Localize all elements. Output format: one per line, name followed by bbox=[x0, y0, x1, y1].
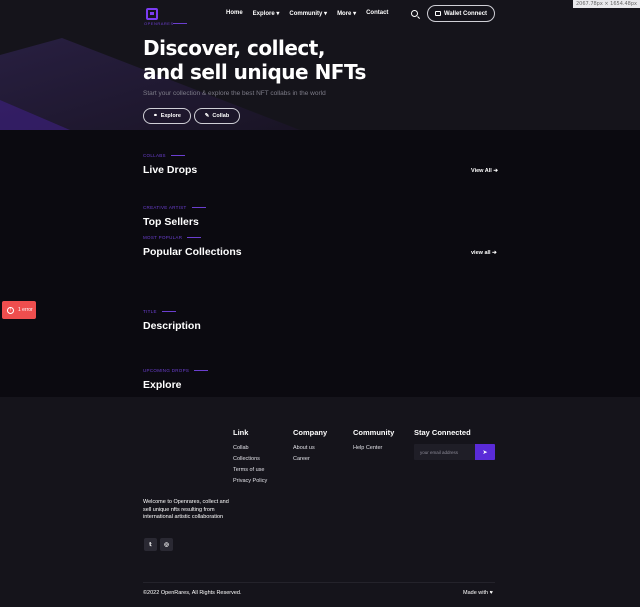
hero-subtitle: Start your collection & explore the best… bbox=[143, 90, 326, 97]
email-input[interactable] bbox=[420, 444, 472, 460]
nav-explore[interactable]: Explore ▾ bbox=[253, 10, 280, 17]
wallet-connect-label: Wallet Connect bbox=[443, 10, 488, 17]
hero-title-line1: Discover, collect, bbox=[143, 36, 325, 60]
nav-contact[interactable]: Contact bbox=[366, 10, 388, 17]
instagram-icon[interactable]: ◎ bbox=[160, 538, 173, 551]
chevron-down-icon: ▾ bbox=[351, 11, 357, 17]
collab-button-label: Collab bbox=[212, 113, 230, 119]
edit-icon: ✎ bbox=[204, 113, 210, 119]
explore-title: Explore bbox=[143, 379, 182, 391]
twitter-icon[interactable]: 𝕥 bbox=[144, 538, 157, 551]
collab-button[interactable]: ✎ Collab bbox=[194, 108, 240, 124]
brand-name: OPENRARES bbox=[144, 21, 174, 26]
top-sellers-label: CREATIVE ARTIST bbox=[143, 205, 206, 210]
heart-icon: ♥ bbox=[489, 590, 493, 596]
live-drops-label: COLLABS bbox=[143, 153, 185, 158]
footer-stay-title: Stay Connected bbox=[414, 428, 471, 437]
footer-about-text: Welcome to Openrares, collect and sell u… bbox=[143, 499, 229, 520]
newsletter-form: ➤ bbox=[414, 444, 495, 460]
footer-community-title: Community bbox=[353, 428, 395, 437]
explore-label: UPCOMING DROPS bbox=[143, 368, 209, 373]
description-title: Description bbox=[143, 320, 201, 332]
popular-label: MOST POPULAR bbox=[143, 235, 202, 240]
footer-link-collections[interactable]: Collections bbox=[233, 456, 260, 462]
brand-logo-icon[interactable] bbox=[146, 8, 158, 20]
search-icon[interactable] bbox=[411, 10, 418, 17]
footer-link-collab[interactable]: Collab bbox=[233, 445, 249, 451]
chevron-down-icon: ▾ bbox=[274, 11, 280, 17]
hero-title-line2: and sell unique NFTs bbox=[143, 60, 366, 84]
footer-link-career[interactable]: Career bbox=[293, 456, 310, 462]
arrow-right-icon: ➔ bbox=[492, 250, 497, 256]
footer-link-title: Link bbox=[233, 428, 249, 437]
viewport-size-badge: 2067.78px × 1654.48px bbox=[573, 0, 640, 8]
live-drops-view-all[interactable]: View All ➔ bbox=[471, 168, 498, 174]
error-badge[interactable]: ! 1 error bbox=[2, 301, 36, 319]
made-with-text: Made with ♥ bbox=[463, 590, 493, 596]
popular-title: Popular Collections bbox=[143, 246, 242, 258]
description-label: TITLE bbox=[143, 309, 176, 314]
wallet-icon bbox=[434, 11, 441, 16]
wallet-connect-button[interactable]: Wallet Connect bbox=[427, 5, 495, 22]
popular-view-all[interactable]: view all ➔ bbox=[471, 250, 497, 256]
footer-link-privacy[interactable]: Privacy Policy bbox=[233, 478, 267, 484]
error-icon: ! bbox=[7, 306, 14, 314]
explore-button-label: Explore bbox=[160, 113, 181, 119]
live-drops-title: Live Drops bbox=[143, 164, 198, 176]
arrow-right-icon: ➔ bbox=[493, 168, 498, 174]
error-badge-label: 1 error bbox=[18, 307, 33, 313]
copyright-text: ©2022 OpenRares, All Rights Reserved. bbox=[143, 590, 242, 596]
footer-company-title: Company bbox=[293, 428, 328, 437]
explore-button[interactable]: ⚭ Explore bbox=[143, 108, 191, 124]
brand-underline bbox=[173, 23, 187, 24]
footer-link-terms[interactable]: Terms of use bbox=[233, 467, 264, 473]
footer-link-help-center[interactable]: Help Center bbox=[353, 445, 382, 451]
main-nav: Home Explore ▾ Community ▾ More ▾ Contac… bbox=[226, 10, 388, 17]
nav-community[interactable]: Community ▾ bbox=[289, 10, 327, 17]
nav-more[interactable]: More ▾ bbox=[337, 10, 356, 17]
hero-title: Discover, collect, and sell unique NFTs bbox=[143, 36, 366, 84]
footer-link-about[interactable]: About us bbox=[293, 445, 315, 451]
link-icon: ⚭ bbox=[153, 113, 158, 119]
chevron-down-icon: ▾ bbox=[322, 11, 328, 17]
send-icon: ➤ bbox=[482, 449, 488, 456]
nav-home[interactable]: Home bbox=[226, 10, 243, 17]
top-sellers-title: Top Sellers bbox=[143, 216, 199, 228]
send-button[interactable]: ➤ bbox=[475, 444, 495, 460]
footer-divider bbox=[143, 582, 495, 583]
